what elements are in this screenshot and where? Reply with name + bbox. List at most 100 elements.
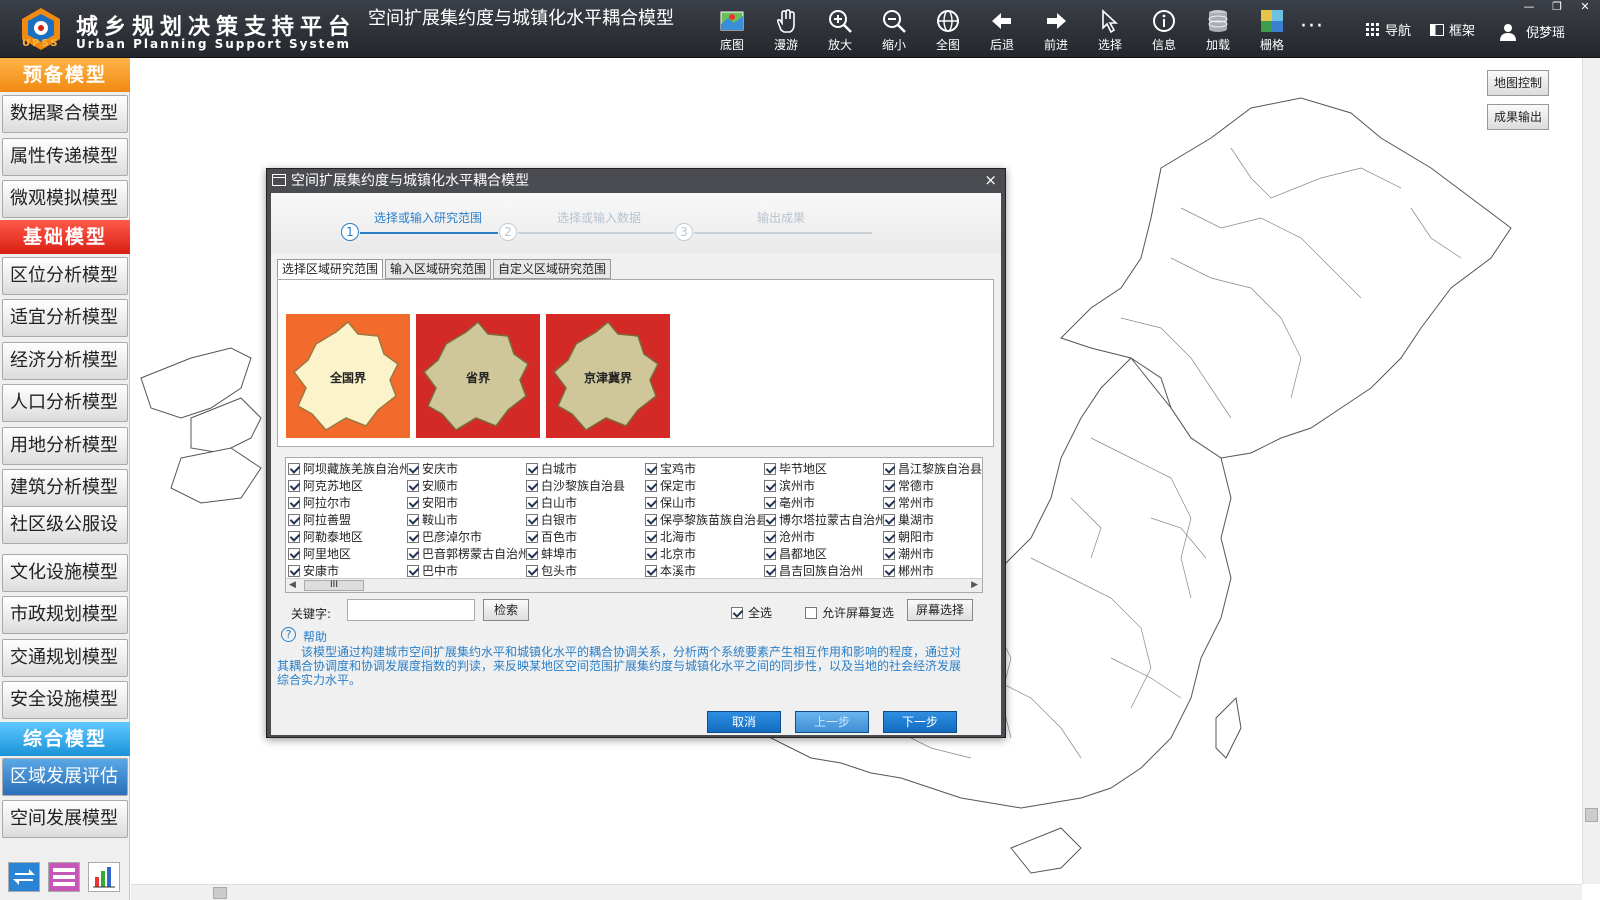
- more-tools-button[interactable]: ···: [1300, 14, 1324, 39]
- sidebar-item-regional-assessment[interactable]: 区域发展评估: [2, 758, 128, 796]
- region-checkbox-item[interactable]: 亳州市: [764, 494, 883, 511]
- region-checkbox-item[interactable]: 本溪市: [645, 562, 764, 579]
- region-checkbox-item[interactable]: 巢湖市: [883, 511, 982, 528]
- region-checkbox-item[interactable]: 蚌埠市: [526, 545, 645, 562]
- dialog-close-button[interactable]: ×: [984, 171, 997, 189]
- minimize-icon[interactable]: —: [1518, 0, 1540, 14]
- raster-button[interactable]: 栅格: [1248, 6, 1296, 54]
- region-checkbox-item[interactable]: 保定市: [645, 477, 764, 494]
- region-checkbox-item[interactable]: 阿拉尔市: [288, 494, 407, 511]
- full-extent-button[interactable]: 全图: [924, 6, 972, 54]
- cancel-button[interactable]: 取消: [707, 711, 781, 733]
- dialog-titlebar[interactable]: 空间扩展集约度与城镇化水平耦合模型: [267, 169, 1005, 193]
- bar-chart-icon[interactable]: [88, 862, 120, 892]
- scroll-left-icon[interactable]: ◀: [289, 580, 296, 590]
- region-checkbox-item[interactable]: 包头市: [526, 562, 645, 579]
- sidebar-item-suitability[interactable]: 适宜分析模型: [2, 299, 128, 337]
- region-checkbox-item[interactable]: 阿拉善盟: [288, 511, 407, 528]
- list-horizontal-scrollbar[interactable]: ◀ III ▶: [286, 578, 982, 592]
- select-button[interactable]: 选择: [1086, 6, 1134, 54]
- select-all-checkbox[interactable]: 全选: [731, 604, 772, 621]
- region-checkbox-item[interactable]: 郴州市: [883, 562, 982, 579]
- layers-icon[interactable]: [48, 862, 80, 892]
- load-button[interactable]: 加载: [1194, 6, 1242, 54]
- next-step-button[interactable]: 下一步: [883, 711, 957, 733]
- region-checkbox-item[interactable]: 昌都地区: [764, 545, 883, 562]
- region-checkbox-item[interactable]: 毕节地区: [764, 460, 883, 477]
- region-checkbox-item[interactable]: 安顺市: [407, 477, 526, 494]
- region-checkbox-item[interactable]: 北京市: [645, 545, 764, 562]
- region-checkbox-item[interactable]: 百色市: [526, 528, 645, 545]
- region-checkbox-item[interactable]: 阿克苏地区: [288, 477, 407, 494]
- region-checkbox-item[interactable]: 白山市: [526, 494, 645, 511]
- nav-toggle[interactable]: 导航: [1366, 20, 1411, 39]
- sidebar-item-land-use[interactable]: 用地分析模型: [2, 427, 128, 465]
- close-window-icon[interactable]: ✕: [1574, 0, 1596, 14]
- sidebar-item-population[interactable]: 人口分析模型: [2, 384, 128, 422]
- region-checkbox-item[interactable]: 阿里地区: [288, 545, 407, 562]
- info-button[interactable]: 信息: [1140, 6, 1188, 54]
- user-menu[interactable]: 倪梦瑶: [1498, 22, 1565, 41]
- hscroll-thumb[interactable]: [213, 887, 227, 899]
- sidebar-item-attribute-transfer[interactable]: 属性传递模型: [2, 138, 128, 176]
- region-checkbox-item[interactable]: 巴音郭楞蒙古自治州: [407, 545, 526, 562]
- allow-screen-checkbox[interactable]: 允许屏幕复选: [805, 604, 894, 621]
- keyword-input[interactable]: [347, 599, 475, 621]
- sidebar-item-location[interactable]: 区位分析模型: [2, 257, 128, 295]
- region-checkbox-item[interactable]: 白城市: [526, 460, 645, 477]
- swap-icon[interactable]: [8, 862, 40, 892]
- sidebar-item-municipal[interactable]: 市政规划模型: [2, 596, 128, 634]
- region-card-jingjinji[interactable]: 京津冀界: [546, 314, 670, 438]
- region-checkbox-item[interactable]: 潮州市: [883, 545, 982, 562]
- pan-button[interactable]: 漫游: [762, 6, 810, 54]
- screen-select-button[interactable]: 屏幕选择: [907, 599, 973, 621]
- map-vertical-scrollbar[interactable]: [1582, 58, 1600, 884]
- region-card-national[interactable]: 全国界: [286, 314, 410, 438]
- sidebar-item-data-aggregation[interactable]: 数据聚合模型: [2, 95, 128, 133]
- region-checkbox-item[interactable]: 朝阳市: [883, 528, 982, 545]
- list-scroll-thumb[interactable]: III: [304, 580, 364, 591]
- prev-step-button[interactable]: 上一步: [795, 711, 869, 733]
- region-checkbox-item[interactable]: 巴中市: [407, 562, 526, 579]
- region-checkbox-item[interactable]: 鞍山市: [407, 511, 526, 528]
- section-comprehensive[interactable]: 综合模型: [0, 722, 130, 756]
- region-checkbox-item[interactable]: 巴彦淖尔市: [407, 528, 526, 545]
- region-checkbox-item[interactable]: 常州市: [883, 494, 982, 511]
- map-control-button[interactable]: 地图控制: [1487, 70, 1549, 96]
- region-checkbox-item[interactable]: 滨州市: [764, 477, 883, 494]
- section-preparatory[interactable]: 预备模型: [0, 58, 130, 92]
- sidebar-item-spatial-development[interactable]: 空间发展模型: [2, 800, 128, 838]
- zoom-out-button[interactable]: 缩小: [870, 6, 918, 54]
- map-horizontal-scrollbar[interactable]: [131, 884, 1582, 900]
- sidebar-item-community-service[interactable]: 社区级公服设: [2, 506, 128, 544]
- sidebar-item-traffic[interactable]: 交通规划模型: [2, 639, 128, 677]
- sidebar-item-economy[interactable]: 经济分析模型: [2, 342, 128, 380]
- scroll-right-icon[interactable]: ▶: [971, 580, 978, 590]
- region-checkbox-item[interactable]: 保亭黎族苗族自治县: [645, 511, 764, 528]
- region-checkbox-item[interactable]: 常德市: [883, 477, 982, 494]
- tab-custom-region[interactable]: 自定义区域研究范围: [493, 259, 612, 279]
- region-checkbox-item[interactable]: 白银市: [526, 511, 645, 528]
- region-checkbox-item[interactable]: 宝鸡市: [645, 460, 764, 477]
- vscroll-thumb[interactable]: [1585, 808, 1598, 822]
- region-checkbox-item[interactable]: 保山市: [645, 494, 764, 511]
- back-button[interactable]: 后退: [978, 6, 1026, 54]
- tab-input-region[interactable]: 输入区域研究范围: [385, 259, 492, 279]
- search-button[interactable]: 检索: [483, 599, 529, 621]
- basemap-button[interactable]: 底图: [708, 6, 756, 54]
- region-checkbox-item[interactable]: 安阳市: [407, 494, 526, 511]
- region-checkbox-item[interactable]: 昌江黎族自治县: [883, 460, 982, 477]
- tab-select-region[interactable]: 选择区域研究范围: [277, 259, 384, 279]
- section-basic[interactable]: 基础模型: [0, 220, 130, 254]
- region-card-province[interactable]: 省界: [416, 314, 540, 438]
- sidebar-item-building[interactable]: 建筑分析模型: [2, 469, 128, 507]
- sidebar-item-safety[interactable]: 安全设施模型: [2, 681, 128, 719]
- region-checkbox-item[interactable]: 安康市: [288, 562, 407, 579]
- region-checkbox-item[interactable]: 安庆市: [407, 460, 526, 477]
- result-output-button[interactable]: 成果输出: [1487, 104, 1549, 130]
- region-checkbox-item[interactable]: 白沙黎族自治县: [526, 477, 645, 494]
- sidebar-item-culture[interactable]: 文化设施模型: [2, 554, 128, 592]
- forward-button[interactable]: 前进: [1032, 6, 1080, 54]
- restore-icon[interactable]: ❐: [1546, 0, 1568, 14]
- sidebar-item-micro-simulation[interactable]: 微观模拟模型: [2, 180, 128, 218]
